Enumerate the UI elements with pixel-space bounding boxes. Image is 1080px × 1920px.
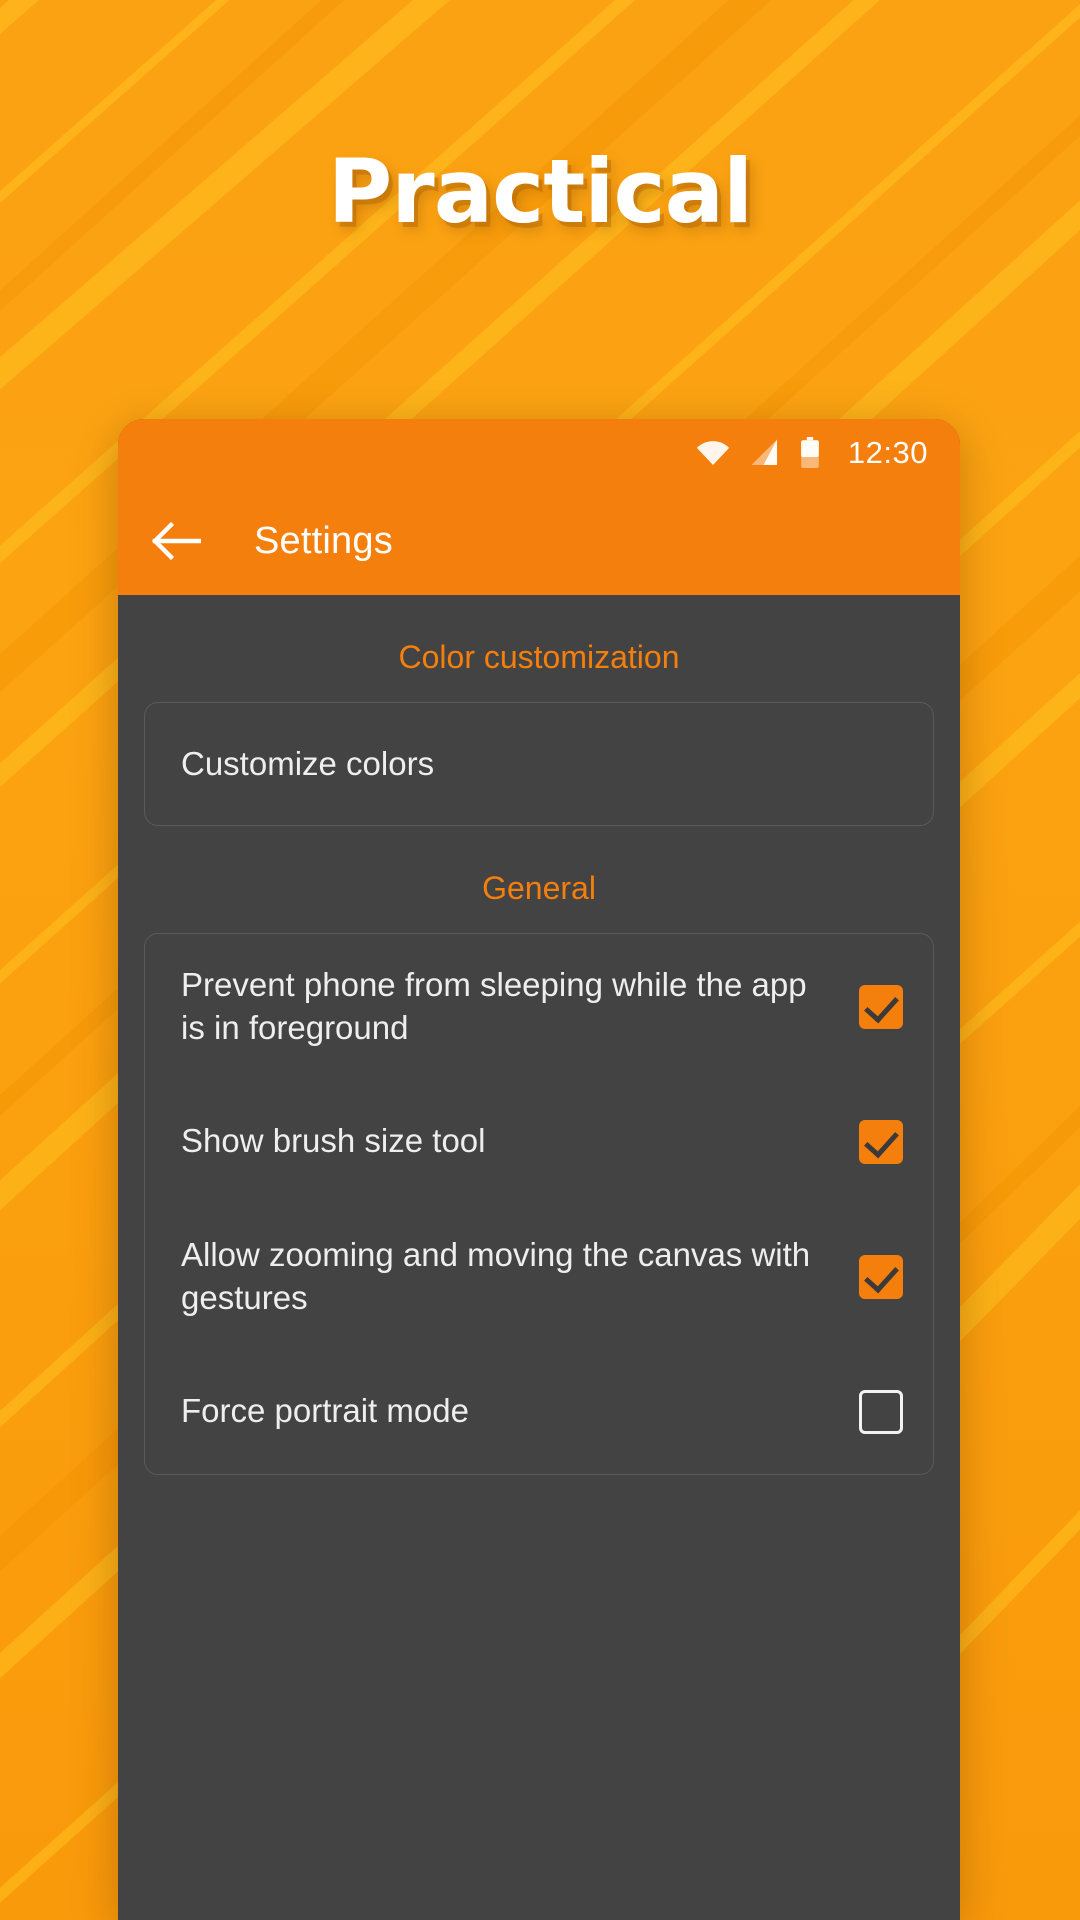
settings-item-label: Prevent phone from sleeping while the ap… [181,966,807,1046]
promo-title: Practical [327,140,753,243]
settings-item-customize-colors[interactable]: Customize colors [145,703,933,825]
section-header-general: General [482,870,596,906]
checkbox-prevent-sleeping[interactable] [859,984,903,1029]
settings-item-label: Customize colors [181,745,435,782]
card-general: Prevent phone from sleeping while the ap… [144,933,934,1475]
back-arrow-icon[interactable] [144,510,206,572]
checkbox-force-portrait[interactable] [859,1389,903,1434]
cellular-signal-icon [750,439,780,467]
app-bar: Settings [118,487,960,595]
status-bar-clock: 12:30 [847,435,928,470]
settings-item-show-brush-size[interactable]: Show brush size tool [145,1080,933,1204]
settings-content: Color customization Customize colors Gen… [118,595,960,1920]
wifi-icon [696,440,730,466]
section-header-color-customization: Color customization [398,639,680,675]
settings-item-allow-zooming[interactable]: Allow zooming and moving the canvas with… [145,1204,933,1350]
settings-item-label: Force portrait mode [181,1392,469,1430]
checkbox-allow-zooming[interactable] [859,1254,903,1299]
settings-item-label: Allow zooming and moving the canvas with… [181,1235,811,1316]
checkbox-show-brush-size[interactable] [859,1119,903,1164]
settings-item-label: Show brush size tool [181,1122,486,1160]
page-title: Settings [254,519,393,562]
promo-banner: Practical 12:30 Settings Color customiza… [0,0,1080,1920]
card-color-customization: Customize colors [144,702,934,826]
battery-icon [800,437,820,469]
settings-item-force-portrait[interactable]: Force portrait mode [145,1350,933,1474]
settings-item-prevent-sleeping[interactable]: Prevent phone from sleeping while the ap… [145,934,933,1080]
phone-mockup: 12:30 Settings Color customization Custo… [118,419,960,1920]
status-bar: 12:30 [118,419,960,487]
